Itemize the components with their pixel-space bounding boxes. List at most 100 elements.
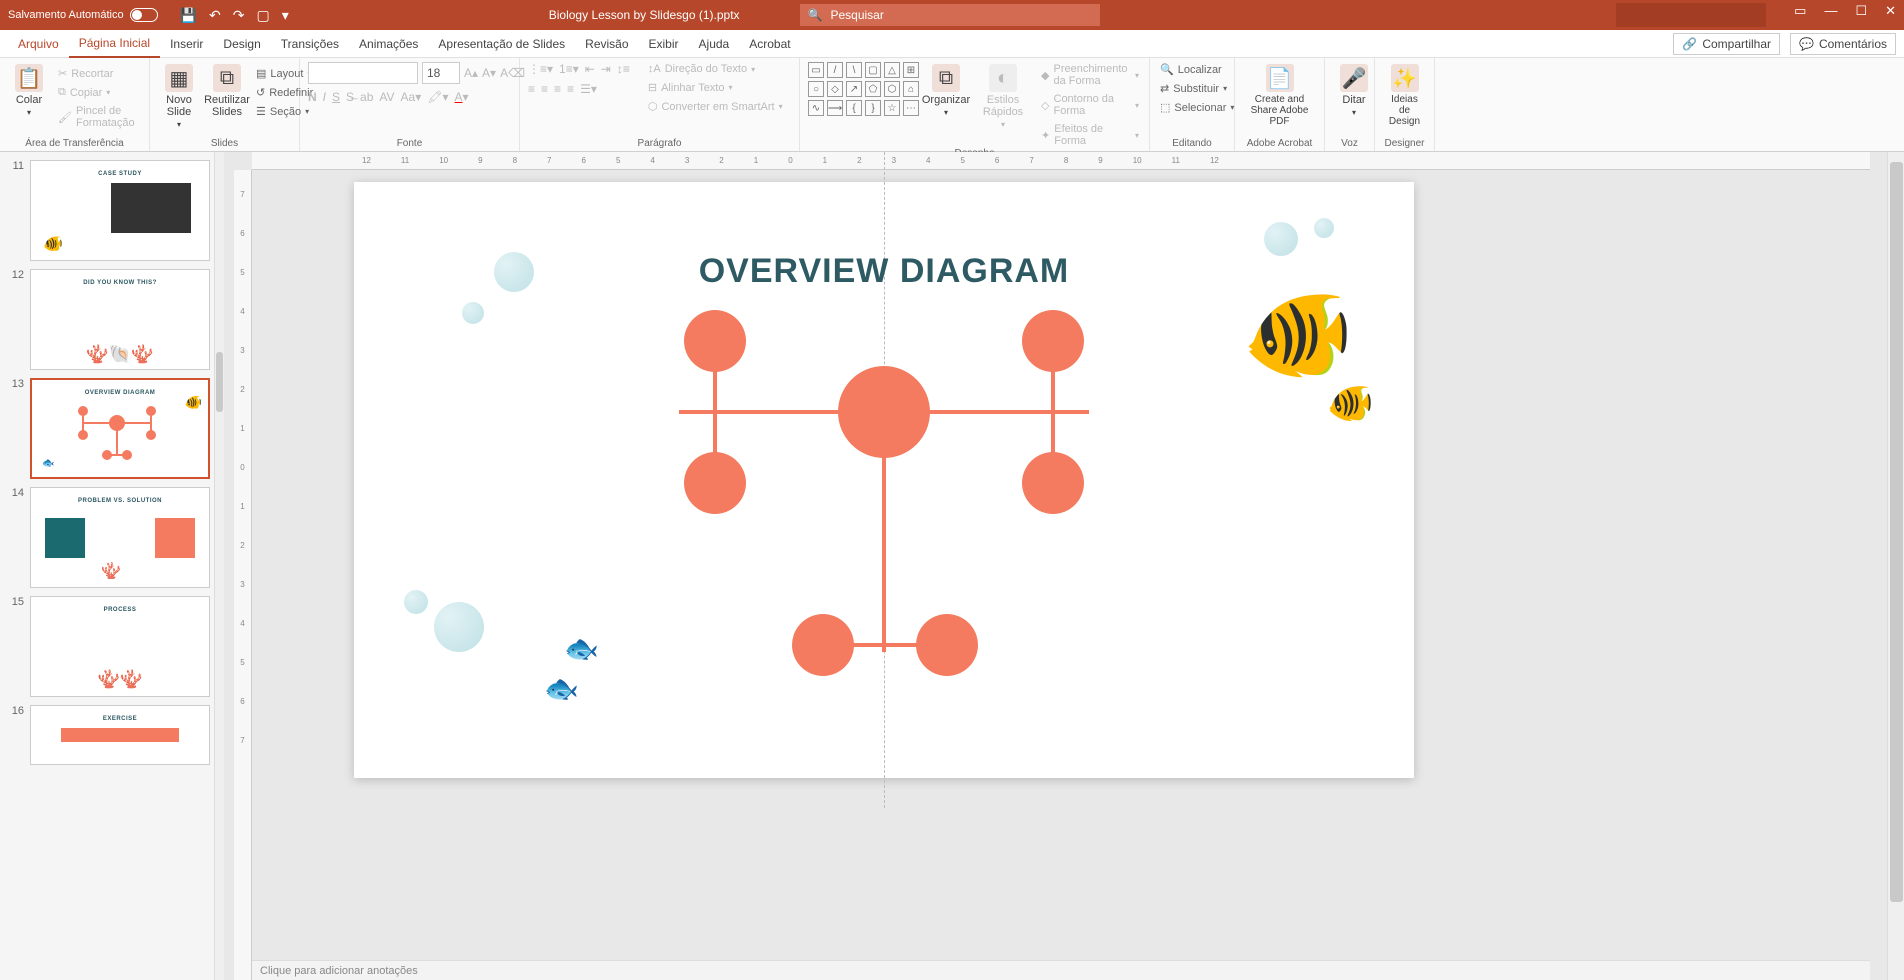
font-color-icon[interactable]: A▾ [455,90,469,104]
start-slideshow-icon[interactable]: ▢ [256,7,269,24]
replace-button[interactable]: ⇄Substituir▾ [1158,81,1229,96]
diagram-node[interactable] [684,452,746,514]
create-share-pdf-button[interactable]: 📄Create and Share Adobe PDF [1243,62,1316,129]
diagram-node[interactable] [1022,310,1084,372]
decoration-bubble[interactable] [494,252,534,292]
minimize-icon[interactable]: — [1824,3,1837,27]
shadow-icon[interactable]: ab [360,90,373,104]
slide-editor[interactable]: 1211109876543210123456789101112 76543210… [224,152,1887,980]
paste-button[interactable]: 📋 Colar ▾ [8,62,50,119]
diagram-node-center[interactable] [838,366,930,458]
select-button[interactable]: ⬚Selecionar▾ [1158,100,1236,115]
arrange-button[interactable]: ⧉Organizar▾ [925,62,967,119]
shape-outline-button[interactable]: ◇Contorno da Forma▾ [1039,92,1141,118]
diagram-node[interactable] [792,614,854,676]
cut-button[interactable]: ✂Recortar [56,66,141,81]
line-spacing-icon[interactable]: ↕≡ [617,62,630,76]
tab-slideshow[interactable]: Apresentação de Slides [428,31,575,57]
decoration-bubble[interactable] [462,302,484,324]
decoration-bubble[interactable] [1264,222,1298,256]
columns-icon[interactable]: ☰▾ [580,82,597,96]
slide-thumbnail[interactable]: 15 PROCESS🪸🪸 [0,592,223,701]
case-icon[interactable]: Aa▾ [401,90,422,104]
bullets-icon[interactable]: ⋮≡▾ [528,62,553,76]
increase-font-icon[interactable]: A▴ [464,66,478,80]
design-ideas-button[interactable]: ✨Ideias de Design [1383,62,1426,129]
maximize-icon[interactable]: ☐ [1855,3,1867,27]
decrease-font-icon[interactable]: A▾ [482,66,496,80]
slide-thumbnail[interactable]: 14 PROBLEM VS. SOLUTION🪸 [0,483,223,592]
numbering-icon[interactable]: 1≡▾ [559,62,579,76]
shape-fill-button[interactable]: ◆Preenchimento da Forma▾ [1039,62,1141,88]
justify-icon[interactable]: ≡ [567,82,574,96]
highlight-icon[interactable]: 🖍▾ [427,90,448,104]
font-size-input[interactable]: 18 [422,62,460,84]
tab-insert[interactable]: Inserir [160,31,213,57]
slide-thumbnail-active[interactable]: 13 OVERVIEW DIAGRAM 🐠 🐟 [0,374,223,483]
quick-styles-button[interactable]: ◐Estilos Rápidos▾ [973,62,1033,131]
diagram-line[interactable] [882,442,886,652]
slide-thumbnail[interactable]: 11 CASE STUDY🐠 [0,156,223,265]
align-text-button[interactable]: ⊟Alinhar Texto▾ [646,80,785,95]
format-painter-button[interactable]: 🖌Pincel de Formatação [56,104,141,130]
strike-icon[interactable]: S̶ [346,90,354,104]
italic-icon[interactable]: I [323,90,326,104]
tab-transitions[interactable]: Transições [271,31,349,57]
underline-icon[interactable]: S [332,90,340,104]
notes-pane[interactable]: Clique para adicionar anotações [252,960,1870,980]
dictate-button[interactable]: 🎤Ditar▾ [1333,62,1375,119]
decoration-bubble[interactable] [434,602,484,652]
increase-indent-icon[interactable]: ⇥ [601,62,611,76]
slide-thumbnail[interactable]: 12 DID YOU KNOW THIS?🪸🐚🪸 [0,265,223,374]
decoration-fish[interactable]: 🐠 [1327,382,1374,426]
decoration-fish[interactable]: 🐠 [1242,282,1354,387]
diagram-node[interactable] [684,310,746,372]
spacing-icon[interactable]: AV [379,90,394,104]
decoration-fish[interactable]: 🐟 [564,632,599,665]
tab-help[interactable]: Ajuda [689,31,740,57]
slide-thumbnail[interactable]: 16 EXERCISE [0,701,223,769]
align-left-icon[interactable]: ≡ [528,82,535,96]
tab-animations[interactable]: Animações [349,31,428,57]
align-right-icon[interactable]: ≡ [554,82,561,96]
copy-button[interactable]: ⧉Copiar▾ [56,85,141,100]
tab-file[interactable]: Arquivo [8,31,69,57]
find-button[interactable]: 🔍Localizar [1158,62,1224,77]
convert-smartart-button[interactable]: ⬡Converter em SmartArt▾ [646,99,785,114]
group-label-designer: Designer [1383,138,1426,151]
share-button[interactable]: 🔗Compartilhar [1673,33,1780,55]
search-box[interactable]: 🔍 Pesquisar [800,4,1100,26]
tab-view[interactable]: Exibir [639,31,689,57]
tab-review[interactable]: Revisão [575,31,638,57]
editor-scrollbar[interactable] [1887,152,1904,980]
decrease-indent-icon[interactable]: ⇤ [585,62,595,76]
autosave-toggle[interactable]: Salvamento Automático [8,8,158,22]
comments-button[interactable]: 💬Comentários [1790,33,1896,55]
shapes-gallery[interactable]: ▭/\▢△⊞ ○◇↗⬠⬡⌂ ∿⟶{}☆⋯ [808,62,919,116]
slide-thumbnail-panel: 11 CASE STUDY🐠 12 DID YOU KNOW THIS?🪸🐚🪸 … [0,152,224,980]
decoration-bubble[interactable] [404,590,428,614]
decoration-bubble[interactable] [1314,218,1334,238]
qat-more-icon[interactable]: ▾ [282,7,289,24]
decoration-fish[interactable]: 🐟 [544,672,579,705]
user-account-button[interactable] [1616,3,1766,27]
save-icon[interactable]: 💾 [180,7,197,24]
tab-home[interactable]: Página Inicial [69,30,160,58]
slide-canvas[interactable]: OVERVIEW DIAGRAM 🐠 🐠 🐟 � [354,182,1414,778]
redo-icon[interactable]: ↷ [233,7,245,24]
text-direction-button[interactable]: ↕ADireção do Texto▾ [646,62,785,76]
thumbnail-scrollbar[interactable] [214,152,224,980]
new-slide-button[interactable]: ▦Novo Slide▾ [158,62,200,131]
shape-effects-button[interactable]: ✦Efeitos de Forma▾ [1039,122,1141,148]
bold-icon[interactable]: N [308,90,317,104]
diagram-node[interactable] [1022,452,1084,514]
ribbon-display-icon[interactable]: ▭ [1794,3,1806,27]
undo-icon[interactable]: ↶ [209,7,221,24]
diagram-node[interactable] [916,614,978,676]
font-family-input[interactable] [308,62,418,84]
tab-design[interactable]: Design [213,31,270,57]
align-center-icon[interactable]: ≡ [541,82,548,96]
tab-acrobat[interactable]: Acrobat [739,31,800,57]
reuse-slides-button[interactable]: ⧉Reutilizar Slides [206,62,248,120]
close-icon[interactable]: ✕ [1885,3,1896,27]
